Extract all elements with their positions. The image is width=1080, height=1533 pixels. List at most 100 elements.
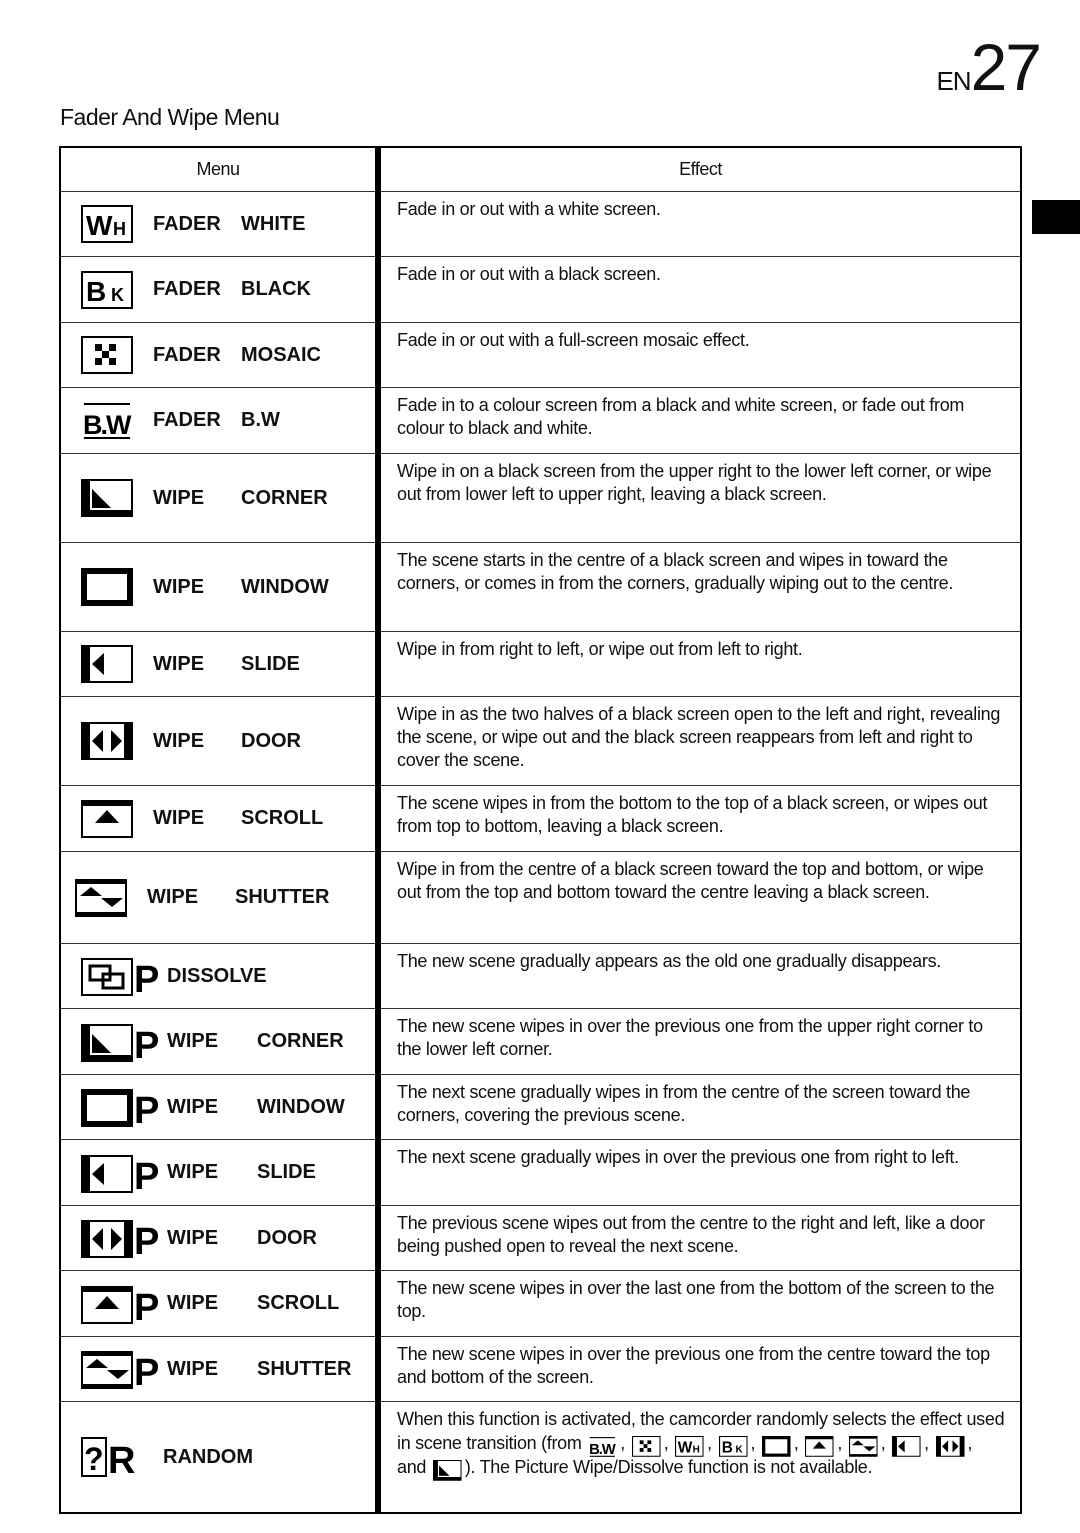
menu-kind: WIPE <box>153 729 205 752</box>
fader-wipe-table: Menu Effect W H FADER WHITE Fade in or out w… <box>59 146 1022 1514</box>
menu-cell: P DISSOLVE <box>59 943 381 1009</box>
menu-name: MOSAIC <box>241 343 321 366</box>
svg-text:B: B <box>86 276 106 307</box>
table-row: P WIPE SHUTTER The new scene wipes in over … <box>59 1336 1022 1402</box>
menu-name: SCROLL <box>241 807 324 829</box>
effect-description: The next scene gradually wipes in over t… <box>377 1139 1022 1206</box>
menu-name: B.W <box>241 409 280 431</box>
table-row: P DISSOLVE The new scene gradually appears… <box>59 943 1022 1009</box>
wipe-shutter-icon <box>75 878 127 917</box>
effect-description: The new scene wipes in over the last one… <box>377 1270 1022 1337</box>
svg-text:H: H <box>693 1444 700 1455</box>
menu-kind: FADER <box>153 409 221 431</box>
fader-white-icon: WH <box>675 1435 704 1457</box>
picture-dissolve-icon: P <box>81 956 159 996</box>
menu-name: BLACK <box>241 278 311 300</box>
section-title: Fader And Wipe Menu <box>60 104 280 130</box>
header-effect: Effect <box>377 146 1022 192</box>
menu-cell: WIPE SHUTTER <box>59 851 381 944</box>
menu-cell: WIPE SLIDE <box>59 631 381 697</box>
table-row-random: ? R RANDOM When this function is activated,… <box>59 1401 1022 1514</box>
table-row: WIPE SCROLL The scene wipes in from the bo… <box>59 785 1022 852</box>
wipe-corner-icon <box>81 479 133 517</box>
menu-kind: WIPE <box>153 652 205 675</box>
picture-wipe-slide-icon: P <box>81 1153 159 1193</box>
menu-name: CORNER <box>257 1030 344 1052</box>
effect-description: When this function is activated, the cam… <box>377 1401 1022 1514</box>
fader-bw-icon: B.W <box>81 401 133 441</box>
effect-description: The next scene gradually wipes in from t… <box>377 1074 1022 1140</box>
effect-description: Fade in to a colour screen from a black … <box>377 387 1022 454</box>
effect-text: ). The Picture Wipe/Dissolve function is… <box>464 1457 873 1477</box>
menu-name: DOOR <box>257 1226 317 1249</box>
effect-description: Wipe in as the two halves of a black scr… <box>377 696 1022 786</box>
effect-description: Wipe in on a black screen from the upper… <box>377 453 1022 543</box>
menu-kind: WIPE <box>167 1357 219 1380</box>
menu-cell: P WIPE WINDOW <box>59 1074 381 1140</box>
menu-cell: W H FADER WHITE <box>59 191 381 257</box>
wipe-scroll-icon <box>805 1435 834 1457</box>
menu-kind: WIPE <box>167 1226 219 1249</box>
menu-name: CORNER <box>241 486 328 509</box>
header-menu: Menu <box>59 146 381 192</box>
menu-name: SCROLL <box>257 1292 340 1314</box>
picture-wipe-shutter-icon: P <box>81 1349 159 1389</box>
table-row: B.W FADER B.W Fade in to a colour screen fr… <box>59 387 1022 454</box>
menu-cell: WIPE CORNER <box>59 453 381 543</box>
wipe-window-icon <box>761 1435 791 1457</box>
menu-cell: P WIPE CORNER <box>59 1008 381 1075</box>
table-row: WIPE CORNER Wipe in on a black screen from… <box>59 453 1022 543</box>
picture-wipe-door-icon: P <box>81 1218 159 1258</box>
menu-kind: FADER <box>153 212 221 235</box>
effect-description: The new scene wipes in over the previous… <box>377 1008 1022 1075</box>
table-row: P WIPE DOOR The previous scene wipes out fr… <box>59 1205 1022 1271</box>
wipe-door-icon <box>81 722 133 760</box>
menu-cell: B K FADER BLACK <box>59 256 381 323</box>
menu-kind: FADER <box>153 343 221 366</box>
menu-name: SHUTTER <box>235 886 330 908</box>
svg-text:K: K <box>111 285 124 305</box>
svg-text:B.W: B.W <box>83 410 132 440</box>
wipe-corner-icon <box>432 1459 462 1481</box>
effect-description: Wipe in from right to left, or wipe out … <box>377 631 1022 697</box>
menu-kind: WIPE <box>167 1161 219 1183</box>
menu-kind: WIPE <box>167 1292 219 1314</box>
menu-name: WHITE <box>241 212 306 235</box>
wipe-scroll-icon <box>81 799 133 838</box>
menu-kind: WIPE <box>167 1030 219 1052</box>
svg-text:K: K <box>735 1444 743 1455</box>
svg-text:W: W <box>678 1439 693 1456</box>
table-row: P WIPE CORNER The new scene wipes in over t… <box>59 1008 1022 1075</box>
wipe-door-icon <box>935 1435 965 1457</box>
menu-cell: ? R RANDOM <box>59 1401 381 1514</box>
picture-wipe-window-icon: P <box>81 1087 159 1127</box>
table-row: B K FADER BLACK Fade in or out with a black … <box>59 256 1022 323</box>
svg-text:B: B <box>721 1439 732 1456</box>
effect-description: Fade in or out with a full-screen mosaic… <box>377 322 1022 388</box>
menu-kind: WIPE <box>147 886 199 908</box>
effect-description: The scene starts in the centre of a blac… <box>377 542 1022 632</box>
svg-text:W: W <box>86 210 113 241</box>
menu-name: WINDOW <box>257 1095 345 1118</box>
menu-name: SLIDE <box>257 1161 316 1183</box>
menu-name: WINDOW <box>241 575 329 598</box>
page-prefix: EN <box>936 66 971 96</box>
svg-text:B.W: B.W <box>589 1442 616 1458</box>
menu-cell: WIPE WINDOW <box>59 542 381 632</box>
menu-cell: P WIPE SHUTTER <box>59 1336 381 1402</box>
menu-cell: P WIPE SLIDE <box>59 1139 381 1206</box>
effect-description: The scene wipes in from the bottom to th… <box>377 785 1022 852</box>
wipe-window-icon <box>81 568 133 606</box>
menu-kind: WIPE <box>153 807 205 829</box>
side-tab-marker <box>1032 200 1080 234</box>
wipe-slide-icon <box>81 645 133 683</box>
svg-text:P: P <box>134 1221 159 1258</box>
svg-text:?: ? <box>84 1441 104 1477</box>
menu-kind: WIPE <box>153 486 205 509</box>
fader-mosaic-icon <box>81 336 133 374</box>
table-row: FADER MOSAIC Fade in or out with a full-sc… <box>59 322 1022 388</box>
page-number-value: 27 <box>970 30 1042 104</box>
fader-white-icon: WH <box>81 205 133 243</box>
menu-cell: P WIPE SCROLL <box>59 1270 381 1337</box>
effect-description: The previous scene wipes out from the ce… <box>377 1205 1022 1271</box>
